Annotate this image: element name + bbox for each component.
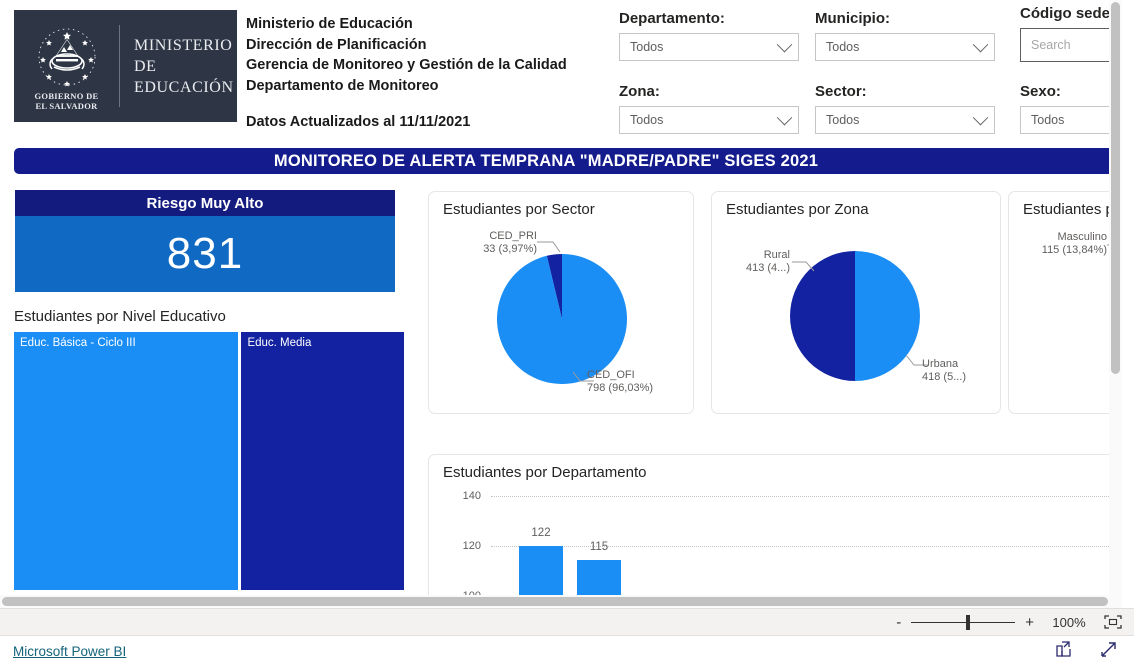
codigo-sede-search-placeholder: Search	[1031, 38, 1071, 52]
bar-ytick-120: 120	[462, 540, 481, 552]
chevron-down-icon	[776, 109, 793, 125]
slicer-zona-value: Todos	[630, 113, 664, 127]
fullscreen-icon[interactable]	[1099, 640, 1118, 664]
slicer-zona: Zona: Todos	[619, 83, 799, 134]
report-canvas: GOBIERNO DE EL SALVADOR MINISTERIO DE ED…	[0, 0, 1122, 595]
microsoft-power-bi-link[interactable]: Microsoft Power BI	[13, 644, 126, 659]
slicer-departamento-label: Departamento:	[619, 10, 725, 27]
slicer-municipio-label: Municipio:	[815, 10, 890, 27]
report-footer: Microsoft Power BI	[0, 636, 1134, 667]
pie-label-urbana-value: 418 (5...)	[922, 371, 967, 383]
zoom-slider[interactable]	[911, 614, 1016, 630]
slicer-sector-label: Sector:	[815, 83, 867, 100]
slicer-zona-label: Zona:	[619, 83, 660, 100]
bar-series-2[interactable]	[577, 560, 621, 595]
pie-label-ced-pri-name: CED_PRI	[489, 230, 537, 242]
chart-title-departamento: Estudiantes por Departamento	[443, 464, 647, 481]
slicer-departamento: Departamento: Todos	[619, 10, 799, 61]
slicer-municipio-dropdown[interactable]: Todos	[815, 33, 995, 61]
treemap-cell-basica[interactable]: Educ. Básica - Ciclo III	[14, 332, 239, 590]
kpi-title: Riesgo Muy Alto	[15, 190, 395, 216]
slicer-departamento-value: Todos	[630, 40, 664, 54]
card-estudiantes-por-departamento: Estudiantes por Departamento 140 120 100…	[428, 454, 1122, 595]
org-line-4: Departamento de Monitoreo	[246, 77, 439, 94]
pie-label-ced-ofi-name: CED_OFI	[587, 369, 635, 381]
canvas-horizontal-scrollbar[interactable]	[0, 595, 1122, 608]
chevron-down-icon	[972, 36, 989, 52]
bar-gridline-140	[491, 496, 1117, 497]
bar-ytick-140: 140	[462, 490, 481, 502]
kpi-value: 831	[15, 216, 395, 292]
pie-label-ced-ofi-value: 798 (96,03%)	[587, 382, 654, 394]
treemap-plot: Educ. Básica - Ciclo III Educ. Media	[14, 332, 404, 590]
org-line-1: Ministerio de Educación	[246, 16, 413, 32]
data-updated-text: Datos Actualizados al 11/11/2021	[246, 114, 471, 130]
slicer-sexo: Sexo: Todos	[1020, 83, 1122, 134]
pie-label-rural-name: Rural	[763, 249, 790, 261]
pie-label-urbana-name: Urbana	[922, 358, 959, 370]
card-estudiantes-por-zona: Estudiantes por Zona Rural 413 (4...) Ur…	[711, 191, 1001, 414]
slicer-municipio-value: Todos	[826, 40, 860, 54]
organization-title: Ministerio de Educación Dirección de Pla…	[246, 14, 606, 96]
report-title-banner: MONITOREO DE ALERTA TEMPRANA "MADRE/PADR…	[14, 148, 1122, 174]
slicer-codigo-sede: Código sede: Search	[1020, 5, 1122, 62]
slicer-sector-dropdown[interactable]: Todos	[815, 106, 995, 134]
org-line-2: Dirección de Planificación	[246, 36, 427, 53]
fit-to-page-icon[interactable]	[1104, 615, 1122, 629]
zoom-level-label: 100%	[1052, 614, 1086, 630]
power-bi-report-page: GOBIERNO DE EL SALVADOR MINISTERIO DE ED…	[0, 0, 1134, 667]
pie-sexo-leader-lines	[1107, 244, 1122, 248]
logo-emblem-block: GOBIERNO DE EL SALVADOR	[14, 10, 119, 122]
slicer-sexo-label: Sexo:	[1020, 83, 1061, 100]
treemap-title: Estudiantes por Nivel Educativo	[14, 308, 226, 325]
report-title-text: MONITOREO DE ALERTA TEMPRANA "MADRE/PADR…	[273, 151, 819, 170]
kpi-card-riesgo-muy-alto[interactable]: Riesgo Muy Alto 831	[15, 190, 395, 292]
chevron-down-icon	[776, 36, 793, 52]
pie-label-masculino-value: 115 (13,84%)	[1041, 244, 1107, 256]
ministry-logo: GOBIERNO DE EL SALVADOR MINISTERIO DE ED…	[14, 10, 237, 122]
slicer-zona-dropdown[interactable]: Todos	[619, 106, 799, 134]
zoom-in-button[interactable]: +	[1025, 614, 1034, 631]
bar-label-2: 115	[589, 541, 609, 553]
pie-sector-leader-lines	[537, 241, 594, 382]
slicer-sector: Sector: Todos	[815, 83, 995, 134]
pie-label-rural: Rural 413 (4...)	[712, 249, 790, 275]
zoom-toolbar: - + 100%	[0, 608, 1134, 636]
logo-government-text: GOBIERNO DE EL SALVADOR	[34, 90, 99, 111]
pie-label-masculino-name: Masculino	[1057, 231, 1107, 243]
slicer-sector-value: Todos	[826, 113, 860, 127]
treemap-cell-media-label: Educ. Media	[247, 337, 312, 349]
canvas-vertical-scrollbar[interactable]	[1109, 0, 1122, 595]
org-line-3: Gerencia de Monitoreo y Gestión de la Ca…	[246, 57, 567, 73]
pie-label-ced-pri: CED_PRI 33 (3,97%)	[439, 230, 537, 256]
treemap-cell-media[interactable]: Educ. Media	[241, 332, 404, 590]
chevron-down-icon	[972, 109, 989, 125]
horizontal-scrollbar-thumb[interactable]	[2, 597, 1108, 606]
treemap-cell-basica-label: Educ. Básica - Ciclo III	[20, 337, 136, 349]
codigo-sede-search-wrapper[interactable]: Search	[1020, 28, 1122, 62]
card-estudiantes-por-sexo: Estudiantes p Masculino 115 (13,84%)	[1008, 191, 1122, 414]
slicer-municipio: Municipio: Todos	[815, 10, 995, 61]
zoom-out-button[interactable]: -	[896, 614, 901, 631]
vertical-scrollbar-thumb[interactable]	[1111, 2, 1120, 374]
zoom-slider-handle[interactable]	[966, 614, 971, 630]
share-icon[interactable]	[1054, 640, 1073, 663]
slicer-sexo-dropdown[interactable]: Todos	[1020, 106, 1122, 134]
slicer-codigo-sede-label: Código sede:	[1020, 5, 1116, 22]
pie-label-urbana: Urbana 418 (5...)	[922, 358, 966, 384]
pie-label-masculino: Masculino 115 (13,84%)	[1011, 231, 1107, 257]
slicer-departamento-dropdown[interactable]: Todos	[619, 33, 799, 61]
el-salvador-coat-of-arms-icon	[38, 28, 95, 86]
bar-series-1[interactable]	[519, 546, 563, 595]
pie-label-ced-ofi: CED_OFI 798 (96,03%)	[587, 369, 653, 395]
card-estudiantes-por-sector: Estudiantes por Sector CED_PRI 33 (3,97%…	[428, 191, 694, 414]
bar-label-1: 122	[531, 527, 551, 539]
footer-icon-group	[1054, 640, 1134, 664]
pie-label-rural-value: 413 (4...)	[745, 262, 790, 274]
treemap-nivel-educativo: Estudiantes por Nivel Educativo Educ. Bá…	[14, 308, 404, 590]
pie-label-ced-pri-value: 33 (3,97%)	[483, 243, 537, 255]
logo-brand-text: MINISTERIO DE EDUCACIÓN	[134, 36, 234, 96]
